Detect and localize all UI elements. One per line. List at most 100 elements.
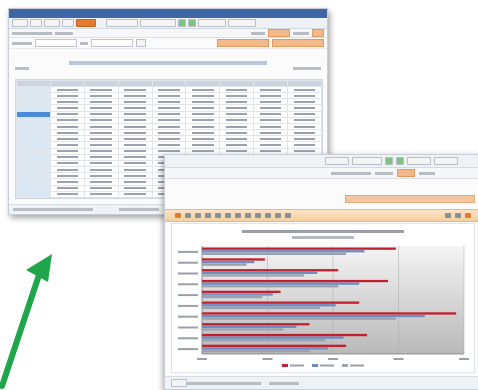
- cell-value-mark: [56, 193, 79, 196]
- cell-value-mark: [90, 143, 112, 146]
- cell-value-mark: [225, 88, 248, 91]
- chart-toggle-button[interactable]: [312, 29, 324, 37]
- filter-label: [12, 41, 32, 45]
- cell-value-mark: [225, 107, 248, 110]
- green-icon[interactable]: [396, 157, 404, 165]
- cell-value-mark: [124, 174, 146, 177]
- toolbar-button[interactable]: [198, 19, 226, 27]
- bar: [202, 349, 310, 353]
- toolbar-icon[interactable]: [285, 213, 291, 218]
- toolbar-button[interactable]: [12, 19, 28, 27]
- cell-value-mark: [293, 107, 316, 110]
- zoom-icon[interactable]: [215, 213, 221, 218]
- toolbar-icon[interactable]: [235, 213, 241, 218]
- apply-filter-button[interactable]: [136, 39, 146, 47]
- cell-value-mark: [124, 113, 146, 116]
- cell-value-mark: [90, 113, 112, 116]
- table-meta-right: [293, 67, 321, 70]
- action-button[interactable]: [345, 195, 475, 203]
- settings-icon[interactable]: [225, 213, 231, 218]
- chart-toggle-button[interactable]: [397, 169, 415, 177]
- action-button[interactable]: [272, 39, 324, 47]
- bar: [202, 295, 263, 299]
- toolbar-icon[interactable]: [275, 213, 281, 218]
- cell-value-mark: [56, 180, 79, 183]
- green-icon[interactable]: [178, 19, 186, 27]
- cell-value-mark: [225, 125, 248, 128]
- toolbar-label: [12, 31, 52, 35]
- category-label: [178, 315, 198, 318]
- action-button[interactable]: [217, 39, 269, 47]
- window-title-bar: [9, 9, 327, 18]
- toolbar-label: [293, 31, 309, 35]
- toolbar-button[interactable]: [228, 19, 256, 27]
- chart-icon[interactable]: [175, 213, 181, 218]
- toolbar-label: [375, 171, 393, 175]
- cell-value-mark: [56, 113, 79, 116]
- toolbar-label: [251, 31, 265, 35]
- table-cell: [117, 190, 153, 199]
- toolbar-icon[interactable]: [245, 213, 251, 218]
- toolbar-select[interactable]: [106, 19, 138, 27]
- toolbar-button[interactable]: [44, 19, 60, 27]
- active-toolbar-button[interactable]: [76, 19, 96, 27]
- toolbar-select[interactable]: [140, 19, 176, 27]
- cell-value-mark: [293, 143, 316, 146]
- toolbar-button[interactable]: [62, 19, 74, 27]
- cell-value-mark: [124, 131, 146, 134]
- toolbar-select[interactable]: [352, 157, 382, 165]
- toolbar-button[interactable]: [407, 157, 431, 165]
- category-label: [178, 261, 198, 264]
- bar: [202, 333, 368, 337]
- chart-toolbar: [165, 209, 478, 222]
- row-category-cell[interactable]: [16, 190, 51, 199]
- close-chart-icon[interactable]: [465, 213, 471, 218]
- cell-value-mark: [225, 137, 248, 140]
- legend-label: [320, 364, 334, 367]
- toolbar-icon[interactable]: [265, 213, 271, 218]
- save-icon[interactable]: [195, 213, 201, 218]
- bar: [202, 339, 326, 342]
- filter-label: [80, 41, 88, 45]
- category-label: [178, 272, 198, 275]
- toolbar-icon[interactable]: [445, 213, 451, 218]
- export-icon[interactable]: [205, 213, 211, 218]
- toolbar-icon[interactable]: [455, 213, 461, 218]
- secondary-toolbar: [9, 29, 327, 38]
- cell-value-mark: [293, 125, 316, 128]
- bar: [202, 317, 396, 320]
- cell-value-mark: [90, 168, 112, 171]
- cell-value-mark: [192, 150, 214, 153]
- green-icon[interactable]: [188, 19, 196, 27]
- filter-select[interactable]: [91, 39, 133, 47]
- toolbar-button[interactable]: [30, 19, 42, 27]
- x-tick-label: [197, 358, 207, 360]
- filter-select[interactable]: [35, 39, 77, 47]
- cell-value-mark: [158, 150, 180, 153]
- category-label: [178, 337, 198, 340]
- cell-value-mark: [158, 88, 180, 91]
- cell-value-mark: [225, 131, 248, 134]
- cell-value-mark: [124, 94, 146, 97]
- cell-value-mark: [90, 100, 112, 103]
- cell-value-mark: [192, 113, 214, 116]
- toolbar-select[interactable]: [325, 157, 349, 165]
- cell-value-mark: [293, 88, 316, 91]
- toolbar-button[interactable]: [434, 157, 458, 165]
- category-label: [178, 348, 198, 351]
- toolbar-label: [419, 171, 435, 175]
- status-button[interactable]: [171, 379, 187, 387]
- chart-window: [164, 154, 478, 390]
- cell-value-mark: [90, 94, 112, 97]
- chart-toggle-button[interactable]: [268, 29, 290, 37]
- category-label: [178, 250, 198, 253]
- cell-value-mark: [56, 150, 79, 153]
- green-icon[interactable]: [385, 157, 393, 165]
- legend-swatch: [342, 364, 348, 367]
- cell-value-mark: [259, 125, 282, 128]
- chart-window-subtoolbar: [165, 168, 478, 179]
- toolbar-icon[interactable]: [255, 213, 261, 218]
- table-caption: [69, 61, 267, 65]
- print-icon[interactable]: [185, 213, 191, 218]
- bar: [202, 279, 389, 283]
